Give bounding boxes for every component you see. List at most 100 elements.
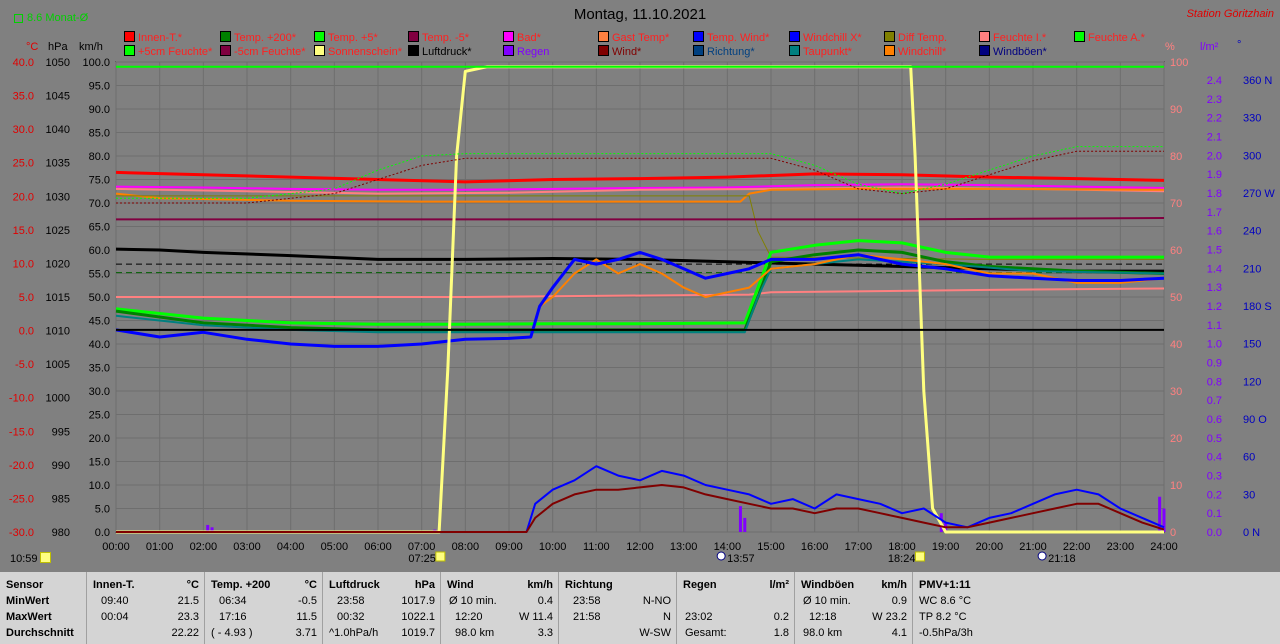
tick-label-lqm: 2.0 bbox=[1207, 150, 1222, 162]
tick-label-kmh: 25.0 bbox=[89, 410, 110, 422]
axis-header-temp: °C bbox=[26, 41, 38, 53]
innen-avg-value: 22.22 bbox=[171, 627, 199, 639]
regen-total-label: Gesamt: bbox=[685, 627, 727, 639]
windboeen-distance: 98.0 km bbox=[803, 627, 843, 639]
tick-label-deg: 330 bbox=[1243, 113, 1261, 125]
tick-label-deg: 120 bbox=[1243, 376, 1261, 388]
col-wind: Wind km/h Ø 10 min. 0.4 12:20 W 11.4 98.0 k… bbox=[440, 572, 559, 644]
tick-label-lqm: 1.5 bbox=[1207, 245, 1222, 257]
richtung-min-value: N-NO bbox=[642, 595, 671, 607]
regen-header-label: Regen bbox=[683, 579, 717, 591]
header-windboeen: Windböen km/h bbox=[801, 578, 907, 592]
legend-swatch bbox=[884, 45, 895, 56]
tick-label-kmh: 5.0 bbox=[95, 504, 110, 516]
luftdruck-min-value: 1017.9 bbox=[401, 595, 435, 607]
legend-item: Luftdruck* bbox=[408, 45, 472, 58]
wind-avg-value: 3.3 bbox=[537, 627, 553, 639]
tick-label-lqm: 1.9 bbox=[1207, 169, 1222, 181]
legend-swatch bbox=[979, 45, 990, 56]
sun-icon bbox=[39, 552, 51, 563]
tick-label-pct: 70 bbox=[1170, 198, 1182, 210]
richtung-max-value: N bbox=[663, 611, 671, 623]
regen-max-value: 0.2 bbox=[773, 611, 789, 623]
sun-marker-icon bbox=[914, 551, 925, 562]
legend-swatch bbox=[503, 45, 514, 56]
innen-min-value: 21.5 bbox=[177, 595, 199, 607]
tick-label-x: 04:00 bbox=[277, 541, 305, 553]
tick-label-hpa: 1000 bbox=[46, 393, 70, 405]
legend-label: Temp. +200* bbox=[234, 32, 297, 44]
legend-item: Temp. -5* bbox=[408, 31, 469, 44]
windboeen-max-value: W 23.2 bbox=[872, 611, 907, 623]
wind-min-label: Ø 10 min. bbox=[449, 595, 497, 607]
legend-label: Windchill* bbox=[898, 46, 947, 58]
tick-label-kmh: 95.0 bbox=[89, 81, 110, 93]
tick-label-pct: 0 bbox=[1170, 527, 1176, 539]
tick-label-kmh: 35.0 bbox=[89, 363, 110, 375]
axis-header-lqm: l/m² bbox=[1200, 41, 1219, 53]
tick-label-x: 23:00 bbox=[1107, 541, 1135, 553]
tick-label-lqm: 0.3 bbox=[1207, 471, 1222, 483]
tick-label-lqm: 0.8 bbox=[1207, 376, 1222, 388]
legend-label: Feuchte I.* bbox=[993, 32, 1047, 44]
tick-label-x: 16:00 bbox=[801, 541, 829, 553]
tick-label-temp: 0.0 bbox=[19, 326, 34, 338]
tick-label-x: 10:00 bbox=[539, 541, 567, 553]
tick-label-lqm: 0.2 bbox=[1207, 489, 1222, 501]
tick-label-x: 20:00 bbox=[976, 541, 1004, 553]
tick-label-kmh: 65.0 bbox=[89, 222, 110, 234]
tick-label-kmh: 45.0 bbox=[89, 316, 110, 328]
tick-label-kmh: 75.0 bbox=[89, 175, 110, 187]
richtung-avg-value: W-SW bbox=[639, 627, 671, 639]
tick-label-kmh: 40.0 bbox=[89, 339, 110, 351]
header-temp200: Temp. +200 °C bbox=[211, 578, 317, 592]
legend-label: Wind* bbox=[612, 46, 642, 58]
tick-label-hpa: 990 bbox=[52, 460, 70, 472]
innen-min: 09:40 21.5 bbox=[93, 594, 199, 608]
legend-label: Richtung* bbox=[707, 46, 755, 58]
legend-swatch bbox=[598, 45, 609, 56]
richtung-min-time: 23:58 bbox=[573, 595, 601, 607]
windboeen-max: 12:18 W 23.2 bbox=[801, 610, 907, 624]
temp200-avg-note: ( - 4.93 ) bbox=[211, 627, 253, 639]
sun-marker-icon bbox=[435, 551, 446, 562]
tick-label-lqm: 0.6 bbox=[1207, 414, 1222, 426]
tick-label-temp: -5.0 bbox=[15, 359, 34, 371]
axis-header-kmh: km/h bbox=[79, 41, 103, 53]
tick-label-temp: 5.0 bbox=[19, 292, 34, 304]
legend-swatch bbox=[503, 31, 514, 42]
tick-label-temp: 30.0 bbox=[13, 124, 34, 136]
tick-label-x: 12:00 bbox=[626, 541, 654, 553]
tick-label-kmh: 0.0 bbox=[95, 527, 110, 539]
legend-item: Sonnenschein* bbox=[314, 45, 402, 58]
wind-header-label: Wind bbox=[447, 579, 474, 591]
wind-unit: km/h bbox=[527, 579, 553, 591]
tick-label-lqm: 1.4 bbox=[1207, 263, 1222, 275]
tick-label-hpa: 1005 bbox=[46, 359, 70, 371]
tick-label-x: 01:00 bbox=[146, 541, 174, 553]
tick-label-temp: 10.0 bbox=[13, 258, 34, 270]
tick-label-lqm: 0.1 bbox=[1207, 508, 1222, 520]
tick-label-deg: 90 O bbox=[1243, 414, 1267, 426]
temp200-max-value: 11.5 bbox=[296, 611, 317, 623]
col-sensor: Sensor MinWert MaxWert Durchschnitt bbox=[0, 572, 86, 644]
windboeen-min-label: Ø 10 min. bbox=[803, 595, 851, 607]
legend-label: Bad* bbox=[517, 32, 541, 44]
tick-label-pct: 50 bbox=[1170, 292, 1182, 304]
stats-table: Sensor MinWert MaxWert Durchschnitt Inne… bbox=[0, 572, 1280, 644]
axis-header-hpa: hPa bbox=[48, 41, 68, 53]
tick-label-x: 11:00 bbox=[583, 541, 610, 553]
richtung-avg: W-SW bbox=[565, 626, 671, 640]
legend-swatch bbox=[314, 31, 325, 42]
tick-label-lqm: 0.7 bbox=[1207, 395, 1222, 407]
weather-chart: °C hPa km/h% l/m² ° 40.0 35.0 30.0 25.0 20.0 15.0 1… bbox=[9, 39, 1275, 565]
temp200-min-time: 06:34 bbox=[219, 595, 247, 607]
sun-marker-label: 18:24 bbox=[888, 553, 916, 565]
richtung-max-time: 21:58 bbox=[573, 611, 601, 623]
luftdruck-max-value: 1022.1 bbox=[401, 611, 435, 623]
tick-label-pct: 60 bbox=[1170, 245, 1182, 257]
tick-label-x: 14:00 bbox=[714, 541, 742, 553]
tick-label-lqm: 1.0 bbox=[1207, 339, 1222, 351]
richtung-header-label: Richtung bbox=[565, 579, 613, 591]
tick-label-temp: 15.0 bbox=[13, 225, 34, 237]
